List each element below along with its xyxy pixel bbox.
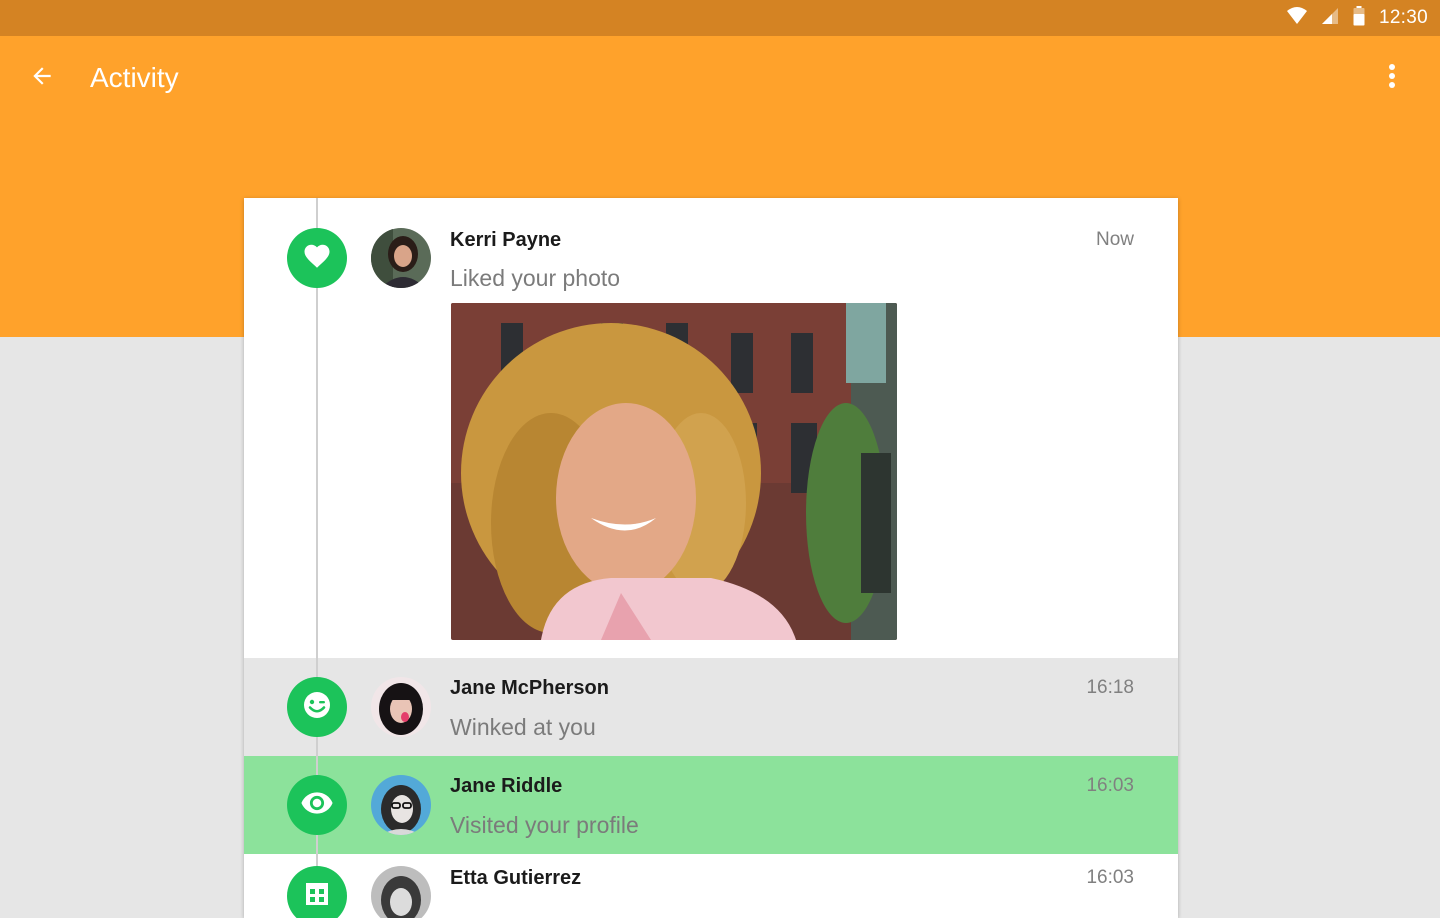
- liked-photo[interactable]: [451, 303, 897, 640]
- user-name[interactable]: Kerri Payne: [450, 229, 561, 252]
- more-vert-icon: [1388, 63, 1396, 94]
- activity-time: 16:03: [1086, 775, 1134, 796]
- arrow-back-icon: [29, 63, 55, 94]
- activity-time: Now: [1095, 229, 1134, 250]
- overflow-menu-button[interactable]: [1372, 60, 1412, 96]
- activity-item[interactable]: Jane Riddle Visited your profile 16:03: [244, 756, 1178, 854]
- status-icons: 12:30: [1286, 0, 1428, 36]
- user-name[interactable]: Jane Riddle: [450, 775, 562, 798]
- page-title: Activity: [90, 62, 179, 93]
- activity-text: Liked your photo: [450, 265, 621, 291]
- user-name[interactable]: Jane McPherson: [450, 677, 609, 700]
- like-badge: [287, 228, 347, 288]
- heart-icon: [302, 241, 332, 276]
- avatar[interactable]: [371, 228, 431, 288]
- wink-face-icon: [301, 689, 333, 726]
- grid-icon: [302, 879, 332, 914]
- status-time: 12:30: [1378, 7, 1428, 28]
- avatar[interactable]: [371, 677, 431, 737]
- status-bar: 12:30: [0, 0, 1440, 36]
- avatar[interactable]: [371, 775, 431, 835]
- activity-item[interactable]: Kerri Payne Liked your photo Now: [244, 198, 1178, 658]
- visit-badge: [287, 775, 347, 835]
- wink-badge: [287, 677, 347, 737]
- activity-text: Visited your profile: [450, 812, 639, 838]
- wifi-icon: [1286, 6, 1307, 30]
- activity-item[interactable]: Etta Gutierrez 16:03: [244, 854, 1178, 918]
- activity-time: 16:03: [1086, 867, 1134, 888]
- user-name[interactable]: Etta Gutierrez: [450, 867, 581, 890]
- eye-icon: [300, 786, 334, 825]
- grid-badge: [287, 866, 347, 918]
- avatar[interactable]: [371, 866, 431, 918]
- activity-time: 16:18: [1086, 677, 1134, 698]
- battery-icon: [1353, 5, 1365, 31]
- cellular-signal-icon: [1321, 7, 1339, 30]
- back-button[interactable]: [22, 60, 62, 96]
- activity-text: Winked at you: [450, 714, 596, 740]
- activity-item[interactable]: Jane McPherson Winked at you 16:18: [244, 658, 1178, 756]
- activity-card: Kerri Payne Liked your photo Now Jane Mc…: [244, 198, 1178, 918]
